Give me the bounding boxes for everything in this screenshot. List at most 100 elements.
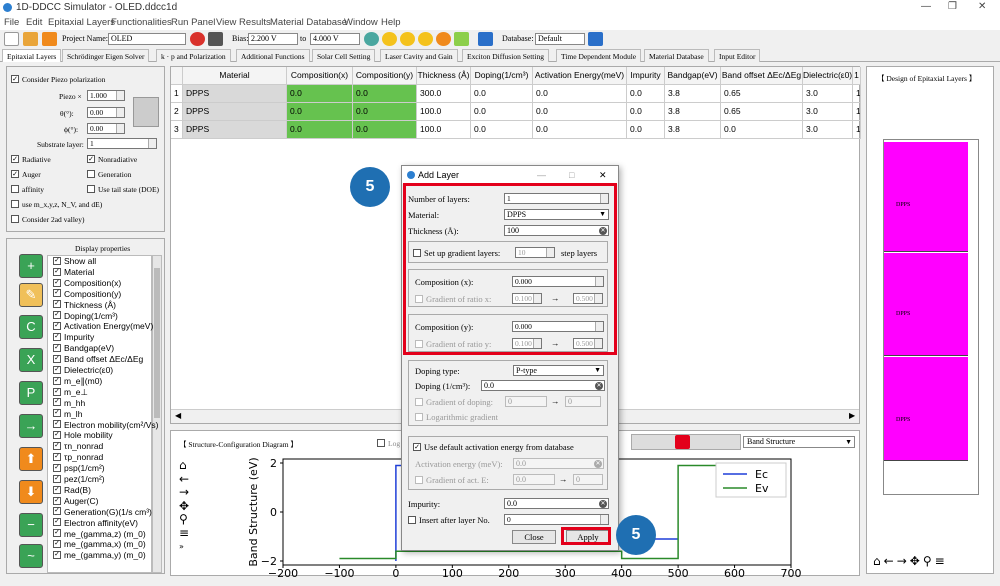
table-cell[interactable]: 1 [853,103,861,121]
table-cell[interactable]: 0.65 [721,103,803,121]
property-item[interactable]: ✓ Generation(G)(1/s cm³) [53,507,152,517]
consider-piezo-checkbox[interactable]: ✓ Consider Piezo polarization [11,75,105,84]
table-cell[interactable]: 1 [853,85,861,103]
column-header[interactable]: Composition(y) [353,67,417,85]
export-icon[interactable] [454,32,469,46]
save-icon[interactable] [42,32,57,46]
pause-icon[interactable] [400,32,415,46]
property-item[interactable]: ✓ m_lh [53,409,82,419]
grad-act-checkbox[interactable]: Gradient of act. E: [415,475,489,485]
maximize-icon[interactable]: □ [569,166,574,184]
tab-kp-polarization[interactable]: k · p and Polarization [156,49,231,62]
forward-icon[interactable]: → [179,485,189,500]
menu-functionalities[interactable]: Functionalities [111,17,172,28]
add-layer-icon[interactable]: + [19,254,43,278]
table-cell[interactable]: 0.0 [627,85,665,103]
property-item[interactable]: ✓ m_e⊥ [53,387,88,398]
database-icon[interactable] [588,32,603,46]
use-m-checkbox[interactable]: use m_x,y,z, N_V, and dE) [11,200,102,209]
affinity-checkbox[interactable]: affinity [11,185,44,194]
table-cell[interactable]: 0.0 [533,85,627,103]
table-cell[interactable]: 0.0 [471,85,533,103]
insert-after-input[interactable]: 0 [504,514,609,525]
menu-material-database[interactable]: Material Database [270,17,347,28]
bar-chart-icon[interactable] [675,435,690,449]
menu-run-panel[interactable]: Run Panel [171,17,215,28]
table-cell[interactable]: 0.0 [471,103,533,121]
restore-button[interactable]: ❐ [948,1,957,12]
tab-schrodinger[interactable]: Schrödinger Eigen Solver [62,49,150,62]
layer-block[interactable]: DPPS [884,142,968,252]
stop-icon[interactable] [418,32,433,46]
property-item[interactable]: ✓ Material [53,267,94,277]
property-item[interactable]: ✓ Hole mobility [53,430,113,440]
property-item[interactable]: ✓ Show all [53,256,96,266]
substrate-input[interactable]: 1 [87,138,157,149]
table-cell[interactable]: 100.0 [417,121,471,139]
back-icon[interactable]: ← [179,472,189,487]
column-header[interactable]: 1 [853,67,861,85]
menu-help[interactable]: Help [381,17,401,28]
grad-act-from-input[interactable]: 0.0 [513,474,555,485]
table-cell[interactable]: 0.65 [721,85,803,103]
consider-2ad-checkbox[interactable]: Consider 2ad valley) [11,215,84,224]
table-cell[interactable]: 0.0 [721,121,803,139]
table-cell[interactable]: 1 [853,121,861,139]
menu-epitaxial-layers[interactable]: Epitaxial Layers [48,17,115,28]
impurity-input[interactable]: 0.0 [504,498,609,509]
close-window-button[interactable]: ✕ [978,1,986,12]
table-cell[interactable]: DPPS [183,121,287,139]
property-item[interactable]: ✓ m_e∥(m0) [53,376,102,387]
move-down-icon[interactable]: ⬇ [19,480,43,504]
tab-epitaxial-layers[interactable]: Epitaxial Layers [2,49,62,62]
chart-icon[interactable] [478,32,493,46]
result-icon[interactable] [436,32,451,46]
property-item[interactable]: ✓ m_hh [53,398,85,408]
doping-type-select[interactable]: P-type ▼ [513,365,604,376]
tab-solar-cell[interactable]: Solar Cell Setting [312,49,376,62]
table-cell[interactable]: 3.8 [665,85,721,103]
edit-icon[interactable]: ✎ [19,283,43,307]
property-item[interactable]: ✓ τp_nonrad [53,452,103,462]
back-icon[interactable]: ← [884,554,897,568]
property-item[interactable]: ✓ Impurity [53,332,94,342]
tab-laser-cavity[interactable]: Laser Cavity and Gain [380,49,458,62]
more-icon[interactable]: » [179,540,189,554]
scrollbar-thumb[interactable] [154,268,160,418]
default-activation-checkbox[interactable]: ✓ Use default activation energy from data… [413,442,574,452]
property-item[interactable]: ✓ Dielectric(ε0) [53,365,113,375]
cut-icon[interactable]: X [19,348,43,372]
column-header[interactable]: Material [183,67,287,85]
layer-block[interactable]: DPPS [884,357,968,461]
database-input[interactable]: Default [535,33,585,45]
property-item[interactable]: ✓ Doping(1/cm³) [53,311,118,321]
close-button[interactable]: Close [512,530,556,544]
radiative-checkbox[interactable]: ✓ Radiative [11,155,51,164]
forward-icon[interactable]: → [897,554,910,568]
plot-icon[interactable]: ~ [19,544,43,568]
property-item[interactable]: ✓ τn_nonrad [53,441,103,451]
property-item[interactable]: ✓ psp(1/cm²) [53,463,105,473]
zoom-icon[interactable]: ⚲ [179,512,189,527]
property-item[interactable]: ✓ Rad(B) [53,485,91,495]
table-cell[interactable]: 0.0 [533,103,627,121]
tab-additional-functions[interactable]: Additional Functions [236,49,310,62]
paste-icon[interactable]: P [19,381,43,405]
table-cell[interactable]: 0.0 [353,85,417,103]
bias-from-input[interactable]: 2.200 V [248,33,298,45]
nonradiative-checkbox[interactable]: ✓ Nonradiative [87,155,137,164]
table-cell[interactable]: 0.0 [287,121,353,139]
grad-doping-from-input[interactable]: 0 [505,396,547,407]
property-item[interactable]: ✓ me_(gamma,x) (m_0) [53,539,146,549]
table-cell[interactable]: 3.0 [803,85,853,103]
log-checkbox[interactable]: Log [377,439,400,448]
project-name-input[interactable]: OLED [108,33,186,45]
minimize-button[interactable]: — [921,1,931,12]
property-item[interactable]: ✓ me_(gamma,y) (m_0) [53,550,146,560]
log-gradient-checkbox[interactable]: Logarithmic gradient [415,412,498,422]
clear-icon[interactable]: ✕ [599,500,607,508]
column-header[interactable]: Activation Energy(meV) [533,67,627,85]
run-icon[interactable] [364,32,379,46]
bias-to-input[interactable]: 4.000 V [310,33,360,45]
column-header[interactable]: Bandgap(eV) [665,67,721,85]
